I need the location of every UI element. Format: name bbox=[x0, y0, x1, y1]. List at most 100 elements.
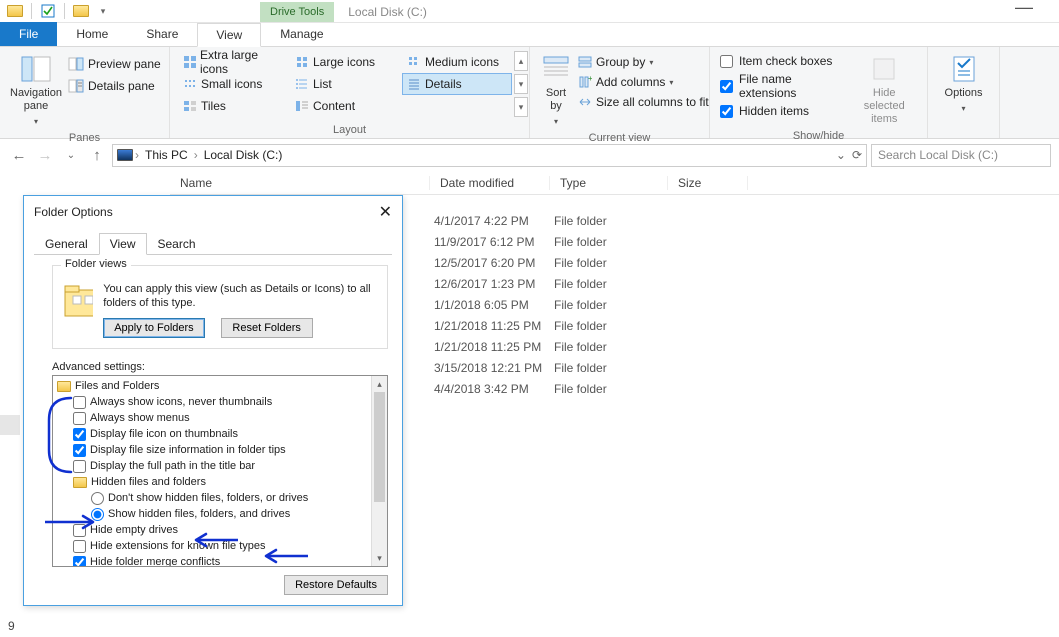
folder-views-icon bbox=[63, 282, 93, 322]
hide-selected-items-button[interactable]: Hide selected items bbox=[849, 51, 919, 128]
tab-manage[interactable]: Manage bbox=[261, 22, 342, 46]
chevron-down-icon: ▾ bbox=[961, 102, 965, 115]
layout-small-icons[interactable]: Small icons bbox=[178, 73, 288, 95]
column-date-modified[interactable]: Date modified bbox=[430, 176, 550, 190]
table-row[interactable]: 11/9/2017 6:12 PMFile folder bbox=[434, 231, 672, 252]
table-row[interactable]: 1/1/2018 6:05 PMFile folder bbox=[434, 294, 672, 315]
adv-show-hidden-radio[interactable] bbox=[91, 508, 104, 521]
adv-full-path-label: Display the full path in the title bar bbox=[90, 458, 255, 474]
layout-content-label: Content bbox=[313, 99, 355, 113]
adv-hide-empty-drives-checkbox[interactable] bbox=[73, 524, 86, 537]
table-row[interactable]: 3/15/2018 12:21 PMFile folder bbox=[434, 357, 672, 378]
group-by-button[interactable]: Group by ▾ bbox=[574, 53, 713, 71]
column-size[interactable]: Size bbox=[668, 176, 748, 190]
add-columns-button[interactable]: +Add columns ▾ bbox=[574, 73, 713, 91]
size-all-columns-button[interactable]: Size all columns to fit bbox=[574, 93, 713, 111]
file-date: 11/9/2017 6:12 PM bbox=[434, 235, 554, 249]
navigation-pane-button[interactable]: Navigation pane ▾ bbox=[8, 51, 64, 130]
adv-display-icon-thumb-checkbox[interactable] bbox=[73, 428, 86, 441]
adv-scrollbar[interactable]: ▴▾ bbox=[371, 376, 387, 566]
refresh-icon[interactable]: ⟳ bbox=[852, 148, 862, 162]
layout-list[interactable]: List bbox=[290, 73, 400, 95]
adv-disp-size-tips-label: Display file size information in folder … bbox=[90, 442, 286, 458]
adv-disp-icon-thumb-label: Display file icon on thumbnails bbox=[90, 426, 238, 442]
breadcrumb-local-disk[interactable]: Local Disk (C:) bbox=[200, 148, 287, 162]
close-icon[interactable]: ✕ bbox=[379, 202, 392, 222]
preview-pane-button[interactable]: Preview pane bbox=[64, 55, 165, 73]
hidden-items-checkbox[interactable]: Hidden items bbox=[718, 103, 849, 119]
address-bar[interactable]: › This PC › Local Disk (C:) ⌄⟳ bbox=[112, 144, 867, 167]
layout-tiles[interactable]: Tiles bbox=[178, 95, 288, 117]
dialog-tab-search[interactable]: Search bbox=[147, 233, 207, 255]
file-ext-label: File name extensions bbox=[739, 72, 847, 100]
ribbon-group-layout: Layout bbox=[178, 122, 521, 136]
layout-gallery-scroll[interactable]: ▴▾▾ bbox=[514, 51, 528, 117]
adv-hide-extensions-checkbox[interactable] bbox=[73, 540, 86, 553]
layout-extra-large-icons[interactable]: Extra large icons bbox=[178, 51, 288, 73]
file-date: 1/21/2018 11:25 PM bbox=[434, 319, 554, 333]
adv-hide-merge-checkbox[interactable] bbox=[73, 556, 86, 568]
breadcrumb-this-pc[interactable]: This PC bbox=[141, 148, 192, 162]
table-row[interactable]: 12/6/2017 1:23 PMFile folder bbox=[434, 273, 672, 294]
adv-dont-show-hidden-radio[interactable] bbox=[91, 492, 104, 505]
table-row[interactable]: 12/5/2017 6:20 PMFile folder bbox=[434, 252, 672, 273]
minimize-button[interactable]: — bbox=[1007, 0, 1041, 14]
reset-folders-button[interactable]: Reset Folders bbox=[221, 318, 313, 338]
details-pane-label: Details pane bbox=[88, 79, 155, 93]
file-date: 3/15/2018 12:21 PM bbox=[434, 361, 554, 375]
table-row[interactable]: 4/4/2018 3:42 PMFile folder bbox=[434, 378, 672, 399]
file-name-extensions-checkbox[interactable]: File name extensions bbox=[718, 71, 849, 101]
layout-content[interactable]: Content bbox=[290, 95, 400, 117]
details-pane-button[interactable]: Details pane bbox=[64, 77, 165, 95]
properties-qat-icon[interactable] bbox=[39, 2, 57, 20]
ribbon-group-current-view: Current view bbox=[538, 130, 701, 144]
dialog-tab-general[interactable]: General bbox=[34, 233, 99, 255]
layout-details[interactable]: Details bbox=[402, 73, 512, 95]
adv-full-path-checkbox[interactable] bbox=[73, 460, 86, 473]
dialog-title: Folder Options bbox=[34, 205, 113, 219]
options-label: Options bbox=[945, 87, 983, 100]
new-folder-qat-icon[interactable] bbox=[72, 2, 90, 20]
options-button[interactable]: Options ▾ bbox=[936, 51, 991, 117]
search-input[interactable]: Search Local Disk (C:) bbox=[871, 144, 1051, 167]
qat-dropdown-icon[interactable]: ▾ bbox=[94, 2, 112, 20]
file-type: File folder bbox=[554, 361, 672, 375]
table-row[interactable]: 1/21/2018 11:25 PMFile folder bbox=[434, 315, 672, 336]
back-button[interactable]: ← bbox=[8, 147, 30, 164]
adv-always-menus-checkbox[interactable] bbox=[73, 412, 86, 425]
file-type: File folder bbox=[554, 382, 672, 396]
adv-always-icons-label: Always show icons, never thumbnails bbox=[90, 394, 272, 410]
table-row[interactable]: 1/21/2018 11:25 PMFile folder bbox=[434, 336, 672, 357]
folder-views-legend: Folder views bbox=[61, 258, 131, 270]
file-type: File folder bbox=[554, 235, 672, 249]
recent-locations-button[interactable]: ⌄ bbox=[60, 150, 82, 161]
address-dropdown-icon[interactable]: ⌄ bbox=[836, 148, 846, 162]
forward-button[interactable]: → bbox=[34, 147, 56, 164]
restore-defaults-button[interactable]: Restore Defaults bbox=[284, 575, 388, 595]
file-date: 1/21/2018 11:25 PM bbox=[434, 340, 554, 354]
group-by-label: Group by bbox=[596, 55, 645, 69]
up-button[interactable]: ↑ bbox=[86, 147, 108, 164]
layout-tiles-label: Tiles bbox=[201, 99, 226, 113]
item-check-label: Item check boxes bbox=[739, 54, 832, 68]
column-name[interactable]: Name bbox=[170, 176, 430, 190]
ribbon-group-show-hide: Show/hide bbox=[718, 128, 919, 142]
table-row[interactable]: 4/1/2017 4:22 PMFile folder bbox=[434, 210, 672, 231]
item-check-boxes-checkbox[interactable]: Item check boxes bbox=[718, 53, 849, 69]
adv-always-icons-checkbox[interactable] bbox=[73, 396, 86, 409]
file-type: File folder bbox=[554, 340, 672, 354]
adv-display-size-tips-checkbox[interactable] bbox=[73, 444, 86, 457]
column-type[interactable]: Type bbox=[550, 176, 668, 190]
apply-to-folders-button[interactable]: Apply to Folders bbox=[103, 318, 204, 338]
layout-sm-label: Small icons bbox=[201, 77, 262, 91]
tab-view[interactable]: View bbox=[197, 23, 261, 47]
tab-file[interactable]: File bbox=[0, 22, 57, 46]
dialog-tab-view[interactable]: View bbox=[99, 233, 147, 255]
advanced-settings-tree[interactable]: Files and Folders Always show icons, nev… bbox=[53, 376, 371, 566]
tab-home[interactable]: Home bbox=[57, 22, 127, 46]
layout-large-icons[interactable]: Large icons bbox=[290, 51, 400, 73]
sort-by-button[interactable]: Sort by ▾ bbox=[538, 51, 574, 130]
layout-medium-icons[interactable]: Medium icons bbox=[402, 51, 512, 73]
hidden-items-label: Hidden items bbox=[739, 104, 809, 118]
tab-share[interactable]: Share bbox=[127, 22, 197, 46]
